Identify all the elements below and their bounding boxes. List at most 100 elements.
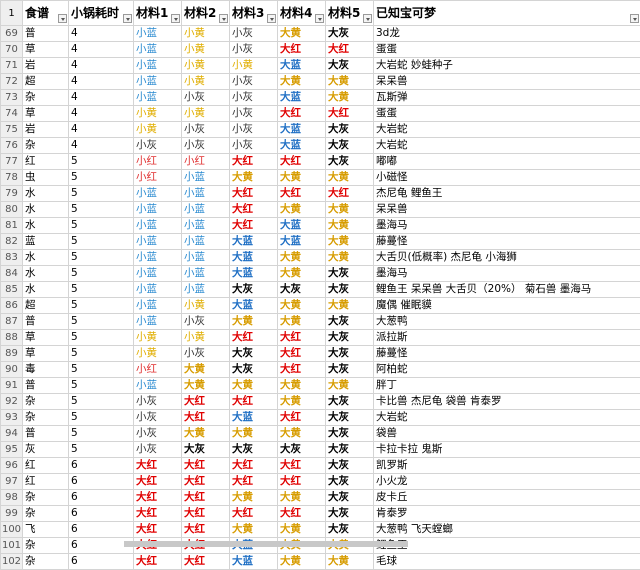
cell-pot-time[interactable]: 5 (69, 362, 134, 378)
filter-dropdown-icon[interactable] (363, 14, 372, 23)
cell-recipe[interactable]: 杂 (23, 506, 69, 522)
row-number[interactable]: 93 (1, 410, 23, 426)
cell-pot-time[interactable]: 5 (69, 394, 134, 410)
cell-ingredient-5[interactable]: 大灰 (326, 410, 374, 426)
cell-ingredient-4[interactable]: 大黄 (278, 426, 326, 442)
cell-recipe[interactable]: 杂 (23, 554, 69, 570)
cell-ingredient-4[interactable]: 大黄 (278, 298, 326, 314)
row-number[interactable]: 99 (1, 506, 23, 522)
cell-ingredient-4[interactable]: 大黄 (278, 26, 326, 42)
cell-recipe[interactable]: 水 (23, 202, 69, 218)
cell-ingredient-1[interactable]: 小蓝 (134, 90, 182, 106)
cell-ingredient-2[interactable]: 小蓝 (182, 250, 230, 266)
cell-recipe[interactable]: 杂 (23, 538, 69, 554)
cell-ingredient-4[interactable]: 大蓝 (278, 138, 326, 154)
row-number[interactable]: 80 (1, 202, 23, 218)
cell-ingredient-1[interactable]: 小红 (134, 362, 182, 378)
row-number[interactable]: 70 (1, 42, 23, 58)
cell-recipe[interactable]: 草 (23, 330, 69, 346)
cell-ingredient-3[interactable]: 大黄 (230, 522, 278, 538)
cell-ingredient-5[interactable]: 大黄 (326, 218, 374, 234)
cell-ingredient-4[interactable]: 大红 (278, 106, 326, 122)
cell-ingredient-1[interactable]: 小蓝 (134, 282, 182, 298)
cell-ingredient-5[interactable]: 大红 (326, 186, 374, 202)
cell-ingredient-2[interactable]: 大红 (182, 490, 230, 506)
cell-recipe[interactable]: 杂 (23, 410, 69, 426)
cell-ingredient-5[interactable]: 大灰 (326, 442, 374, 458)
cell-ingredient-3[interactable]: 大黄 (230, 426, 278, 442)
cell-ingredient-5[interactable]: 大灰 (326, 330, 374, 346)
cell-ingredient-1[interactable]: 大红 (134, 554, 182, 570)
cell-ingredient-4[interactable]: 大黄 (278, 250, 326, 266)
cell-ingredient-4[interactable]: 大灰 (278, 282, 326, 298)
cell-ingredient-1[interactable]: 小蓝 (134, 202, 182, 218)
cell-ingredient-1[interactable]: 小蓝 (134, 42, 182, 58)
cell-ingredient-2[interactable]: 小灰 (182, 90, 230, 106)
cell-ingredient-5[interactable]: 大灰 (326, 426, 374, 442)
cell-ingredient-1[interactable]: 小蓝 (134, 186, 182, 202)
cell-ingredient-4[interactable]: 大红 (278, 186, 326, 202)
cell-ingredient-2[interactable]: 小黄 (182, 26, 230, 42)
cell-ingredient-5[interactable]: 大灰 (326, 490, 374, 506)
row-number[interactable]: 85 (1, 282, 23, 298)
filter-dropdown-icon[interactable] (171, 14, 180, 23)
cell-ingredient-3[interactable]: 大灰 (230, 346, 278, 362)
cell-ingredient-1[interactable]: 小蓝 (134, 74, 182, 90)
cell-ingredient-3[interactable]: 大红 (230, 458, 278, 474)
cell-recipe[interactable]: 普 (23, 26, 69, 42)
cell-known-pokemon[interactable]: 鲤鱼王 (374, 538, 640, 554)
cell-pot-time[interactable]: 5 (69, 314, 134, 330)
cell-pot-time[interactable]: 4 (69, 26, 134, 42)
filter-dropdown-icon[interactable] (630, 14, 639, 23)
cell-ingredient-5[interactable]: 大灰 (326, 522, 374, 538)
cell-ingredient-5[interactable]: 大黄 (326, 202, 374, 218)
cell-ingredient-3[interactable]: 大蓝 (230, 554, 278, 570)
cell-pot-time[interactable]: 5 (69, 234, 134, 250)
cell-ingredient-1[interactable]: 小蓝 (134, 266, 182, 282)
cell-ingredient-3[interactable]: 小灰 (230, 122, 278, 138)
cell-ingredient-2[interactable]: 大红 (182, 458, 230, 474)
cell-ingredient-2[interactable]: 小黄 (182, 298, 230, 314)
cell-ingredient-3[interactable]: 大黄 (230, 314, 278, 330)
row-number[interactable]: 95 (1, 442, 23, 458)
cell-known-pokemon[interactable]: 皮卡丘 (374, 490, 640, 506)
cell-known-pokemon[interactable]: 大岩蛇 妙蛙种子 (374, 58, 640, 74)
cell-pot-time[interactable]: 5 (69, 410, 134, 426)
cell-ingredient-1[interactable]: 小蓝 (134, 26, 182, 42)
cell-ingredient-1[interactable]: 小蓝 (134, 250, 182, 266)
cell-ingredient-3[interactable]: 大黄 (230, 378, 278, 394)
row-number[interactable]: 98 (1, 490, 23, 506)
cell-ingredient-5[interactable]: 大灰 (326, 506, 374, 522)
cell-known-pokemon[interactable]: 袋兽 (374, 426, 640, 442)
cell-recipe[interactable]: 杂 (23, 90, 69, 106)
cell-pot-time[interactable]: 5 (69, 250, 134, 266)
cell-ingredient-3[interactable]: 大灰 (230, 282, 278, 298)
cell-ingredient-2[interactable]: 小黄 (182, 106, 230, 122)
cell-ingredient-4[interactable]: 大蓝 (278, 234, 326, 250)
cell-ingredient-5[interactable]: 大灰 (326, 474, 374, 490)
row-number[interactable]: 90 (1, 362, 23, 378)
row-number[interactable]: 91 (1, 378, 23, 394)
cell-ingredient-5[interactable]: 大黄 (326, 74, 374, 90)
cell-ingredient-5[interactable]: 大黄 (326, 170, 374, 186)
cell-recipe[interactable]: 普 (23, 378, 69, 394)
cell-recipe[interactable]: 红 (23, 458, 69, 474)
cell-known-pokemon[interactable]: 大岩蛇 (374, 138, 640, 154)
cell-ingredient-4[interactable]: 大黄 (278, 394, 326, 410)
cell-recipe[interactable]: 杂 (23, 394, 69, 410)
cell-ingredient-2[interactable]: 小灰 (182, 314, 230, 330)
cell-known-pokemon[interactable]: 杰尼龟 鲤鱼王 (374, 186, 640, 202)
cell-known-pokemon[interactable]: 阿柏蛇 (374, 362, 640, 378)
cell-ingredient-2[interactable]: 大灰 (182, 442, 230, 458)
cell-known-pokemon[interactable]: 卡比兽 杰尼龟 袋兽 肯泰罗 (374, 394, 640, 410)
cell-recipe[interactable]: 虫 (23, 170, 69, 186)
cell-ingredient-4[interactable]: 大蓝 (278, 218, 326, 234)
cell-ingredient-4[interactable]: 大红 (278, 42, 326, 58)
cell-ingredient-4[interactable]: 大红 (278, 330, 326, 346)
cell-ingredient-1[interactable]: 小蓝 (134, 298, 182, 314)
cell-recipe[interactable]: 蓝 (23, 234, 69, 250)
cell-pot-time[interactable]: 4 (69, 58, 134, 74)
cell-pot-time[interactable]: 5 (69, 330, 134, 346)
cell-known-pokemon[interactable]: 大葱鸭 (374, 314, 640, 330)
cell-ingredient-3[interactable]: 大蓝 (230, 410, 278, 426)
